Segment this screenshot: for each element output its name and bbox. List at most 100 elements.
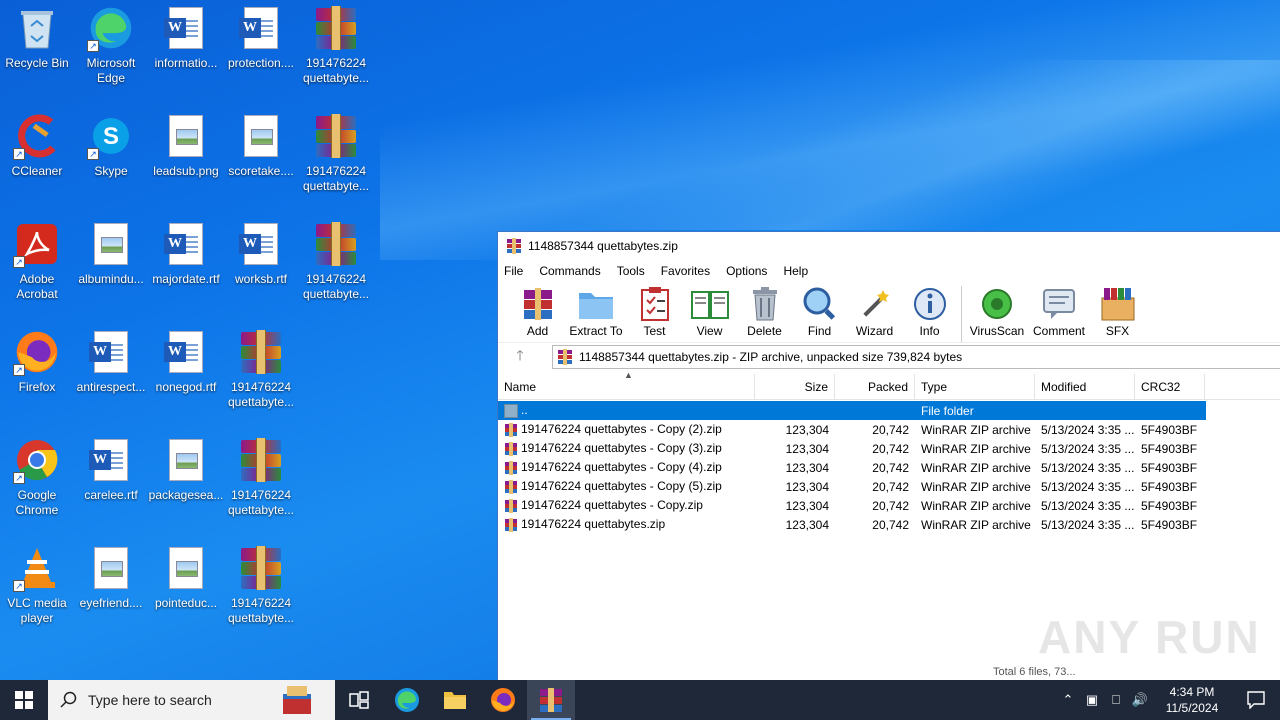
info-button[interactable]: Info [902,286,957,338]
desktop-icon[interactable]: ↗ Google Chrome [0,436,74,518]
virusscan-label: VirusScan [969,324,1025,338]
table-row[interactable]: 191476224 quettabytes - Copy (3).zip 123,… [498,439,1280,458]
desktop-icon-label: pointeduc... [154,596,218,610]
word-doc-icon: W [162,4,210,52]
menu-help[interactable]: Help [783,264,808,278]
desktop-icon[interactable]: albumindu... [74,220,148,287]
taskbar-search[interactable]: Type here to search [48,680,335,720]
desktop-icon[interactable]: leadsub.png [149,112,223,179]
table-row[interactable]: 191476224 quettabytes - Copy (5).zip 123,… [498,477,1280,496]
parent-folder-row[interactable]: .. File folder [498,401,1206,420]
cell-modified: 5/13/2024 3:35 ... [1041,441,1135,456]
column-modified[interactable]: Modified [1035,373,1135,400]
taskbar-winrar[interactable] [527,680,575,720]
comment-button[interactable]: Comment [1028,286,1090,338]
desktop-icon[interactable]: scoretake.... [224,112,298,179]
desktop-icon[interactable]: ↗ Microsoft Edge [74,4,148,86]
menu-file[interactable]: File [504,264,523,278]
menu-favorites[interactable]: Favorites [661,264,710,278]
desktop-icon-label: Skype [94,164,128,178]
address-field[interactable]: 1148857344 quettabytes.zip - ZIP archive… [552,344,1280,369]
zip-file-icon [505,479,517,494]
word-doc-icon: W [237,220,285,268]
menu-options[interactable]: Options [726,264,767,278]
view-button[interactable]: View [682,286,737,338]
desktop-icon[interactable]: Wworksb.rtf [224,220,298,287]
start-button[interactable] [0,680,48,720]
cell-name: 191476224 quettabytes - Copy (2).zip [498,422,755,437]
table-row[interactable]: 191476224 quettabytes.zip 123,304 20,742 Wi… [498,515,1280,534]
column-crc32[interactable]: CRC32 [1135,373,1205,400]
table-row[interactable]: 191476224 quettabytes - Copy (2).zip 123,… [498,420,1280,439]
desktop-icon[interactable]: 191476224 quettabyte... [299,220,373,302]
up-arrow-icon[interactable]: 🡑 [508,345,532,369]
table-row[interactable]: 191476224 quettabytes - Copy (4).zip 123,… [498,458,1280,477]
delete-button[interactable]: Delete [737,286,792,338]
menu-commands[interactable]: Commands [539,264,600,278]
clock[interactable]: 4:34 PM 11/5/2024 [1152,684,1232,716]
desktop-icon[interactable]: 191476224 quettabyte... [224,328,298,410]
cell-type: WinRAR ZIP archive [921,498,1031,513]
test-button[interactable]: Test [627,286,682,338]
file-name: 191476224 quettabytes.zip [521,517,666,532]
winrar-archive-icon [237,436,285,484]
cell-packed: 20,742 [872,498,909,513]
anyrun-watermark: ANY RUN [1038,611,1261,663]
clock-date: 11/5/2024 [1165,701,1219,715]
desktop-icon[interactable]: Wcarelee.rtf [74,436,148,503]
desktop-icon[interactable]: ↗ CCleaner [0,112,74,179]
test-label: Test [643,324,666,338]
extract-to-button[interactable]: Extract To [565,286,627,338]
edge-icon [395,688,419,712]
desktop-icon[interactable]: eyefriend.... [74,544,148,611]
desktop-icon[interactable]: ↗ Firefox [0,328,74,395]
desktop-icon[interactable]: 191476224 quettabyte... [224,436,298,518]
desktop-icon[interactable]: packagesea... [149,436,223,503]
desktop-icon-label: 191476224 quettabyte... [302,164,370,193]
taskbar-firefox[interactable] [479,680,527,720]
column-type[interactable]: Type [915,373,1035,400]
file-list-header: ▲ Name Size Packed Type Modified CRC32 [498,370,1280,400]
volume-icon[interactable]: 🔊 [1128,692,1152,708]
desktop-icon[interactable]: ↗ VLC media player [0,544,74,626]
desktop-icon[interactable]: S ↗ Skype [74,112,148,179]
cell-packed: 20,742 [872,517,909,532]
menu-tools[interactable]: Tools [617,264,645,278]
meet-now-icon[interactable]: ▣ [1080,692,1104,708]
windows-logo-icon [15,691,33,709]
desktop-icon[interactable]: Recycle Bin [0,4,74,71]
table-row[interactable]: 191476224 quettabytes - Copy.zip 123,304 2… [498,496,1280,515]
desktop-icon[interactable]: Wantirespect... [74,328,148,395]
taskbar-file-explorer[interactable] [431,680,479,720]
chrome-icon: ↗ [13,436,61,484]
desktop-icon[interactable]: pointeduc... [149,544,223,611]
chevron-up-icon[interactable]: ⌃ [1056,692,1080,708]
desktop-icon[interactable]: 191476224 quettabyte... [299,4,373,86]
desktop-icon[interactable]: Winformatio... [149,4,223,71]
desktop-icon[interactable]: 191476224 quettabyte... [299,112,373,194]
cell-crc: 5F4903BF [1141,460,1198,475]
ccleaner-icon: ↗ [13,112,61,160]
find-button[interactable]: Find [792,286,847,338]
file-name: 191476224 quettabytes - Copy (4).zip [521,460,722,475]
column-size[interactable]: Size [755,373,835,400]
virusscan-button[interactable]: VirusScan [966,286,1028,338]
desktop-icon[interactable]: ↗ Adobe Acrobat [0,220,74,302]
desktop-icon[interactable]: Wmajordate.rtf [149,220,223,287]
desktop-icon[interactable]: Wprotection.... [224,4,298,71]
window-titlebar[interactable]: 1148857344 quettabytes.zip [498,232,1280,260]
add-button[interactable]: Add [510,286,565,338]
task-view-button[interactable] [335,680,383,720]
winrar-archive-icon [237,328,285,376]
wizard-button[interactable]: Wizard [847,286,902,338]
column-packed[interactable]: Packed [835,373,915,400]
desktop-icon[interactable]: Wnonegod.rtf [149,328,223,395]
desktop-icon[interactable]: 191476224 quettabyte... [224,544,298,626]
cell-packed: 20,742 [872,441,909,456]
taskbar-edge[interactable] [383,680,431,720]
notifications-button[interactable] [1232,691,1280,709]
cell-name: 191476224 quettabytes - Copy (4).zip [498,460,755,475]
network-icon[interactable]: ⎕ [1104,692,1128,708]
sfx-button[interactable]: SFX [1090,286,1145,338]
cell-crc: 5F4903BF [1141,498,1198,513]
